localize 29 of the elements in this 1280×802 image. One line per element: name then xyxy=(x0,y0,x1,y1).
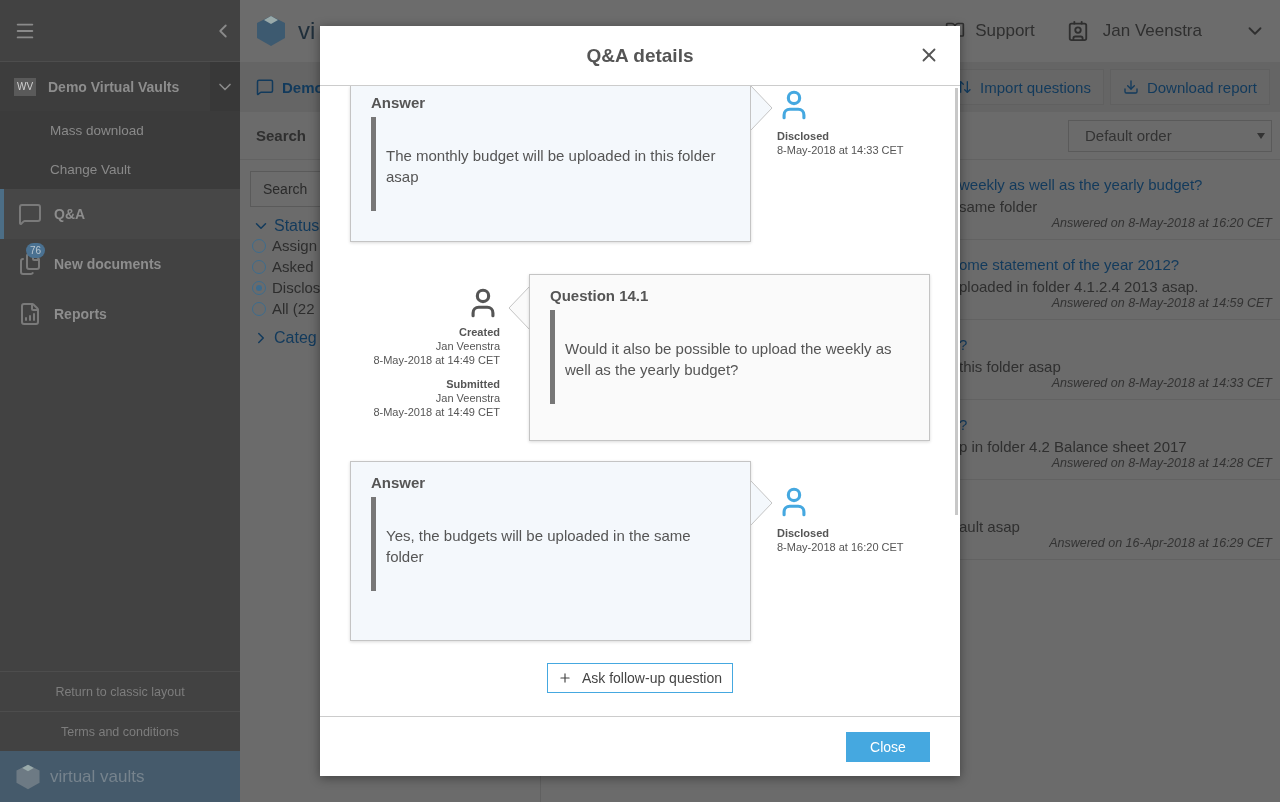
answer-date: Answered on 8-May-2018 at 14:33 CET xyxy=(1051,376,1272,390)
question-label: Question 14.1 xyxy=(550,287,650,304)
event-date: 8-May-2018 at 14:49 CET xyxy=(373,354,500,366)
answer-text: Yes, the budgets will be uploaded in the same folder xyxy=(386,526,692,567)
event-label: Created xyxy=(459,326,500,338)
status-date: 8-May-2018 at 16:20 CET xyxy=(777,541,904,553)
count-badge: 76 xyxy=(26,243,46,258)
event-date: 8-May-2018 at 14:49 CET xyxy=(373,406,500,418)
dialog-title: Q&A details xyxy=(586,44,694,67)
answer-text: this folder asap xyxy=(959,358,1062,375)
answer-text: ploaded in folder 4.1.2.4 2013 asap. xyxy=(959,278,1200,295)
status-date: 8-May-2018 at 14:33 CET xyxy=(777,144,904,156)
answer-text: same folder xyxy=(959,198,1039,215)
answer-text: p in folder 4.2 Balance sheet 2017 xyxy=(959,438,1188,455)
answer-label: Answer xyxy=(371,94,427,111)
answer-date: Answered on 8-May-2018 at 16:20 CET xyxy=(1051,216,1272,230)
status-label: Disclosed xyxy=(777,130,829,142)
answer-date: Answered on 8-May-2018 at 14:28 CET xyxy=(1051,456,1272,470)
answer-label: Answer xyxy=(371,474,427,491)
status-label: Disclosed xyxy=(777,527,829,539)
event-author: Jan Veenstra xyxy=(435,340,500,352)
brand-name: vi xyxy=(298,17,316,45)
answer-text: ault asap xyxy=(959,518,1021,535)
question-text: Would it also be possible to upload the weekly as well as the yearly budget? xyxy=(565,339,893,380)
answer-date: Answered on 16-Apr-2018 at 16:29 CET xyxy=(1049,536,1272,550)
answer-date: Answered on 8-May-2018 at 14:59 CET xyxy=(1051,296,1272,310)
event-author: Jan Veenstra xyxy=(435,392,500,404)
vault-logo: WV xyxy=(14,77,36,96)
event-label: Submitted xyxy=(446,378,500,390)
